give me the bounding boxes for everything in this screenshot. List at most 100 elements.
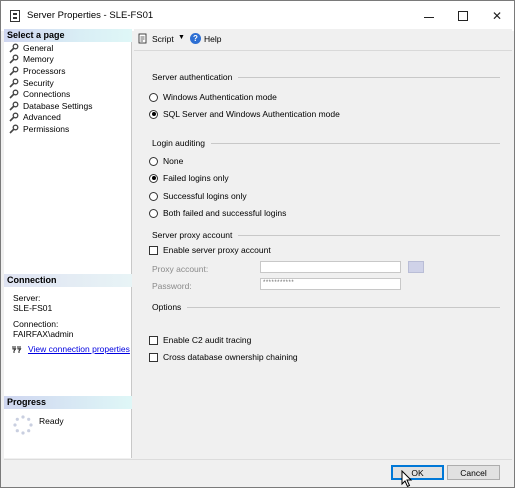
server-app-icon [10,10,20,22]
radio-button[interactable] [149,191,158,201]
wrench-icon [9,89,19,99]
page-list: General Memory Processors Security Conne… [9,42,92,135]
enable-proxy-label: Enable server proxy account [163,245,271,255]
connection-plug-icon [12,346,22,353]
mouse-cursor-icon [401,470,413,488]
page-item-label: Memory [23,54,54,65]
connection-header: Connection [4,274,132,287]
close-button[interactable]: ✕ [480,1,514,31]
radio-button-selected[interactable] [149,173,158,183]
page-item-label: Processors [23,65,66,76]
c2-audit-checkbox[interactable]: Enable C2 audit tracing [149,335,251,345]
wrench-icon [9,101,19,111]
page-item-label: Connections [23,89,71,100]
wrench-icon [9,78,19,88]
cross-db-chaining-label: Cross database ownership chaining [163,352,298,362]
connection-label: Connection: [13,319,59,329]
left-pane: Select a page General Memory Processors … [4,29,132,458]
page-item-permissions[interactable]: Permissions [9,123,92,135]
view-connection-properties-text[interactable]: View connection properties [28,344,130,354]
script-dropdown-icon[interactable]: ▼ [178,34,185,41]
login-auditing-group: Login auditing [152,138,500,148]
audit-successful-label: Successful logins only [163,191,247,201]
audit-successful-radio[interactable]: Successful logins only [149,191,247,201]
server-properties-window: Server Properties - SLE-FS01 ✕ Select a … [0,0,515,488]
script-button[interactable]: Script [138,33,174,44]
enable-proxy-checkbox[interactable]: Enable server proxy account [149,245,271,255]
mixed-auth-radio[interactable]: SQL Server and Windows Authentication mo… [149,109,340,119]
radio-button[interactable] [149,92,158,102]
help-button[interactable]: ? Help [190,33,221,44]
radio-button[interactable] [149,156,158,166]
page-item-advanced[interactable]: Advanced [9,112,92,124]
minimize-button[interactable] [412,1,446,31]
minimize-icon [424,16,434,18]
divider [238,76,500,78]
page-item-connections[interactable]: Connections [9,88,92,100]
script-label: Script [152,33,174,44]
wrench-icon [9,54,19,64]
windows-auth-label: Windows Authentication mode [163,92,277,102]
proxy-password-label: Password: [152,281,192,291]
radio-button-selected[interactable] [149,109,158,119]
progress-status: Ready [39,416,64,426]
view-connection-properties-link[interactable]: View connection properties [12,344,130,354]
proxy-password-field[interactable]: *********** [260,278,401,290]
page-item-label: Advanced [23,112,61,123]
checkbox[interactable] [149,352,158,362]
proxy-account-label: Proxy account: [152,264,209,274]
wrench-icon [9,112,19,122]
ok-button[interactable]: OK [391,465,444,480]
cross-db-chaining-checkbox[interactable]: Cross database ownership chaining [149,352,298,362]
help-label: Help [204,33,222,44]
page-item-general[interactable]: General [9,42,92,54]
window-title: Server Properties - SLE-FS01 [27,10,154,21]
audit-failed-radio[interactable]: Failed logins only [149,173,229,183]
page-item-label: Permissions [23,123,70,134]
page-item-memory[interactable]: Memory [9,54,92,66]
radio-button[interactable] [149,208,158,218]
wrench-icon [9,66,19,76]
title-bar[interactable]: Server Properties - SLE-FS01 ✕ [1,1,514,31]
cancel-button[interactable]: Cancel [447,465,500,480]
maximize-button[interactable] [446,1,480,31]
server-authentication-group: Server authentication [152,72,500,82]
help-icon: ? [190,33,201,44]
proxy-account-browse-button[interactable] [408,261,424,273]
options-group: Options [152,302,500,312]
progress-area: Ready [12,414,64,436]
server-value: SLE-FS01 [13,303,53,313]
page-item-security[interactable]: Security [9,77,92,89]
page-item-database-settings[interactable]: Database Settings [9,100,92,112]
checkbox[interactable] [149,335,158,345]
windows-auth-radio[interactable]: Windows Authentication mode [149,92,277,102]
server-authentication-label: Server authentication [152,72,233,82]
divider [238,234,500,236]
server-proxy-group: Server proxy account [152,230,500,240]
c2-audit-label: Enable C2 audit tracing [163,335,252,345]
audit-failed-label: Failed logins only [163,173,229,183]
server-label: Server: [13,293,41,303]
options-label: Options [152,302,182,312]
proxy-account-field[interactable] [260,261,401,273]
checkbox[interactable] [149,245,158,255]
dialog-button-bar: OK Cancel [4,459,512,485]
login-auditing-label: Login auditing [152,138,205,148]
security-page-content: Server authentication Windows Authentica… [134,52,512,458]
page-item-processors[interactable]: Processors [9,65,92,77]
audit-both-radio[interactable]: Both failed and successful logins [149,208,286,218]
script-icon [138,33,147,44]
toolbar: Script ▼ ? Help [134,29,512,51]
divider [187,306,500,308]
select-page-header: Select a page [4,29,132,42]
audit-none-radio[interactable]: None [149,156,183,166]
mixed-auth-label: SQL Server and Windows Authentication mo… [163,109,340,119]
audit-none-label: None [163,156,184,166]
server-proxy-label: Server proxy account [152,230,233,240]
wrench-icon [9,124,19,134]
progress-header: Progress [4,396,132,409]
connection-info: Server: SLE-FS01 Connection: FAIRFAX\adm… [13,293,73,339]
page-item-label: Security [23,77,54,88]
page-item-label: Database Settings [23,100,93,111]
close-icon: ✕ [491,9,503,23]
